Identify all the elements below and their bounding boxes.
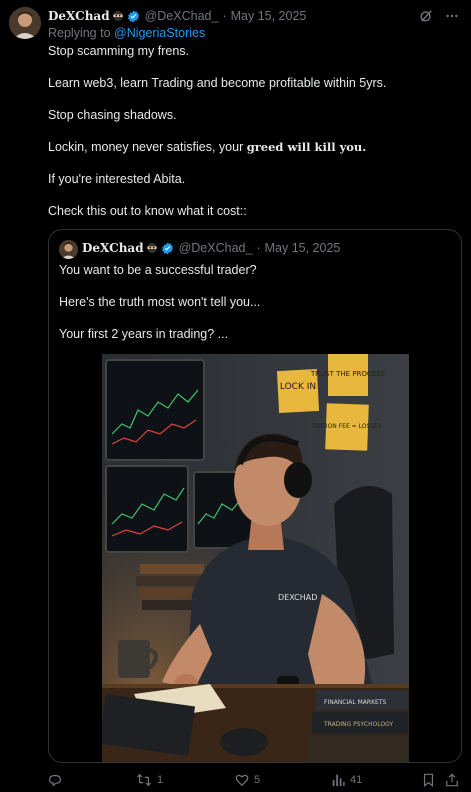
quoted-line: Here's the truth most won't tell you... (59, 295, 261, 309)
book-title: TRADING PSYCHOLOGY (323, 721, 394, 728)
sticky-note-text: LOCK IN (280, 382, 316, 392)
author-avatar[interactable] (9, 7, 41, 39)
tweet-line: Learn web3, learn Trading and become pro… (48, 76, 387, 90)
tweet-line: Stop chasing shadows. (48, 108, 177, 122)
quoted-author-handle: @DeXChad_ (178, 241, 253, 255)
tweet-bold-text: greed will kill you. (246, 140, 367, 154)
more-options-icon[interactable] (445, 9, 459, 26)
quoted-line: You want to be a successful trader? (59, 263, 257, 277)
quoted-tweet-date: May 15, 2025 (264, 241, 341, 255)
replying-to-line: Replying to @NigeriaStories (48, 26, 205, 40)
shirt-text: DEXCHAD (278, 593, 317, 602)
tweet-line: Lockin, money never satisfies, your gree… (48, 139, 458, 155)
ninja-emoji-icon (146, 242, 158, 254)
like-button[interactable]: 5 (235, 773, 260, 787)
tweet-line: Check this out to know what it cost:: (48, 204, 247, 218)
author-handle[interactable]: @DeXChad_ (145, 9, 219, 23)
ninja-emoji-icon (112, 10, 124, 22)
replying-to-link[interactable]: @NigeriaStories (114, 26, 205, 40)
quoted-author-name: DeXChad (82, 241, 144, 255)
repost-button[interactable]: 1 (136, 773, 163, 787)
verified-badge-icon (161, 242, 174, 255)
share-button[interactable] (445, 773, 459, 787)
tweet-date[interactable]: May 15, 2025 (231, 9, 307, 23)
quoted-author-avatar[interactable] (59, 240, 78, 259)
sticky-note-text: TUITION FEE = LOSSES (311, 423, 382, 430)
tweet-text: Stop scamming my frens. Learn web3, lear… (48, 43, 458, 219)
separator-dot: · (222, 9, 227, 23)
book-title: FINANCIAL MARKETS (324, 699, 386, 706)
separator-dot: · (256, 241, 261, 255)
tweet-header: DeXChad @DeXChad_ · May 15, 2025 (48, 8, 459, 24)
tweet-line: Stop scamming my frens. (48, 44, 190, 58)
author-name[interactable]: DeXChad (48, 9, 110, 23)
reply-button[interactable] (48, 773, 67, 787)
tweet-line: If you're interested Abita. (48, 172, 186, 186)
bookmark-icon (423, 773, 434, 787)
quoted-tweet-text: You want to be a successful trader? Here… (59, 262, 449, 358)
replying-prefix: Replying to (48, 26, 111, 40)
quoted-tweet-card[interactable]: DeXChad @DeXChad_ · May 15, 2025 You wan… (48, 229, 462, 763)
verified-badge-icon (127, 10, 140, 23)
grok-icon[interactable] (419, 9, 433, 26)
like-count: 5 (254, 774, 261, 786)
repost-count: 1 (157, 774, 164, 786)
share-icon (446, 773, 458, 787)
views-count: 41 (350, 774, 363, 786)
sticky-note-text: TRUST THE PROCESS (310, 370, 386, 378)
quoted-line: Your first 2 years in trading? ... (59, 327, 229, 341)
views-icon (332, 774, 345, 787)
quoted-tweet-image[interactable]: LOCK IN TRUST THE PROCESS TUITION FEE = … (102, 354, 409, 762)
bookmark-button[interactable] (422, 773, 435, 787)
reply-icon (49, 775, 61, 787)
repost-icon (137, 773, 151, 787)
tweet-action-bar: 1 5 41 (48, 773, 459, 789)
like-icon (235, 774, 249, 787)
views-button[interactable]: 41 (331, 773, 362, 787)
tweet-line-start: Lockin, money never satisfies, your (48, 140, 247, 154)
quoted-tweet-header: DeXChad @DeXChad_ · May 15, 2025 (82, 241, 340, 255)
